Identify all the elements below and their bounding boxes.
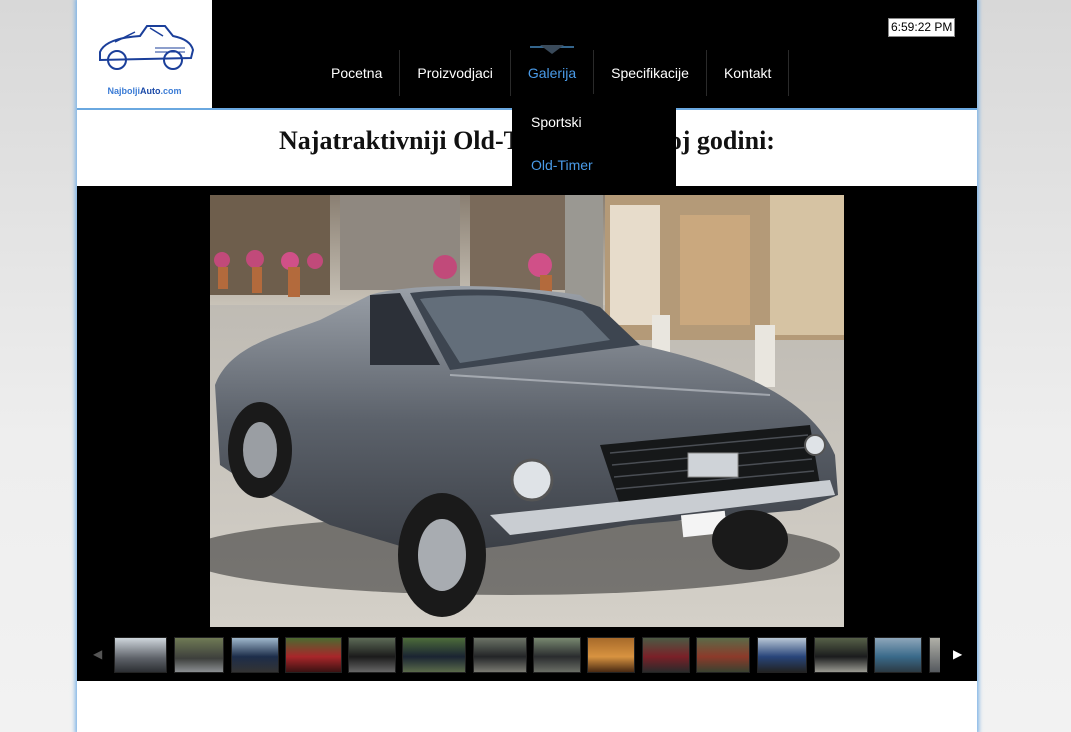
thumbnail-strip <box>114 637 940 673</box>
galerija-dropdown-menu: Sportski Old-Timer <box>512 94 676 188</box>
nav-label: Pocetna <box>331 65 383 81</box>
car-logo-icon <box>99 25 195 70</box>
nav-label: Specifikacije <box>611 65 689 81</box>
nav-item-pocetna[interactable]: Pocetna <box>314 50 401 96</box>
thumbnail[interactable] <box>533 637 581 673</box>
next-arrow-icon[interactable]: ▶ <box>953 647 962 661</box>
clock-display: 6:59:22 PM <box>888 18 956 37</box>
thumbnail[interactable] <box>757 637 807 673</box>
dropdown-item-sportski[interactable]: Sportski <box>512 94 676 141</box>
nav-label: Galerija <box>527 65 577 81</box>
thumbnail[interactable] <box>929 637 940 673</box>
mustang-photo <box>210 195 844 627</box>
thumbnail[interactable] <box>696 637 750 673</box>
thumbnail[interactable] <box>874 637 922 673</box>
nav-item-specifikacije[interactable]: Specifikacije <box>594 50 707 96</box>
nav-item-galerija[interactable]: Galerija <box>511 45 595 96</box>
thumbnail[interactable] <box>174 637 224 673</box>
thumbnail[interactable] <box>642 637 690 673</box>
nav-label: Proizvodjaci <box>417 65 493 81</box>
thumbnail[interactable] <box>231 637 279 673</box>
thumbnail[interactable] <box>473 637 527 673</box>
prev-arrow-icon[interactable]: ◀ <box>93 647 102 661</box>
main-nav: Pocetna Proizvodjaci Galerija Specifikac… <box>314 45 790 96</box>
thumbnail[interactable] <box>285 637 342 673</box>
image-gallery: ◀ ▶ <box>77 186 977 681</box>
nav-item-proizvodjaci[interactable]: Proizvodjaci <box>400 50 511 96</box>
nav-item-kontakt[interactable]: Kontakt <box>707 50 790 96</box>
thumbnail-bar: ◀ ▶ <box>77 635 977 673</box>
active-caret-icon <box>539 45 564 54</box>
dropdown-item-old-timer[interactable]: Old-Timer <box>512 141 676 188</box>
thumbnail[interactable] <box>814 637 868 673</box>
thumbnail[interactable] <box>587 637 635 673</box>
thumbnail[interactable] <box>114 637 167 673</box>
site-logo[interactable]: NajboljiAuto.com <box>77 0 212 108</box>
thumbnail[interactable] <box>348 637 396 673</box>
thumbnail[interactable] <box>402 637 466 673</box>
main-gallery-image[interactable] <box>210 195 844 627</box>
nav-label: Kontakt <box>723 65 772 81</box>
page-container: NajboljiAuto.com 6:59:22 PM Pocetna Proi… <box>77 0 977 732</box>
logo-text: NajboljiAuto.com <box>107 86 182 96</box>
